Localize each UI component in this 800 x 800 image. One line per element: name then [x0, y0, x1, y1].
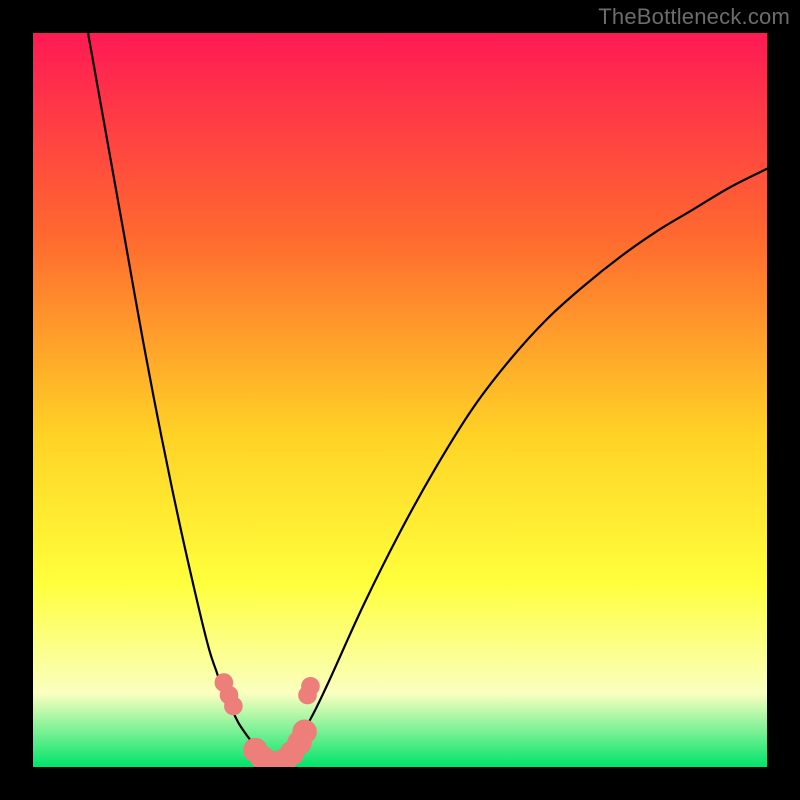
bottleneck-chart: [0, 0, 800, 800]
data-marker: [293, 720, 316, 743]
chart-frame: { "watermark": "TheBottleneck.com", "col…: [0, 0, 800, 800]
data-marker: [302, 677, 320, 695]
data-marker: [225, 697, 243, 715]
plot-area: [33, 33, 767, 767]
watermark-text: TheBottleneck.com: [598, 4, 790, 30]
